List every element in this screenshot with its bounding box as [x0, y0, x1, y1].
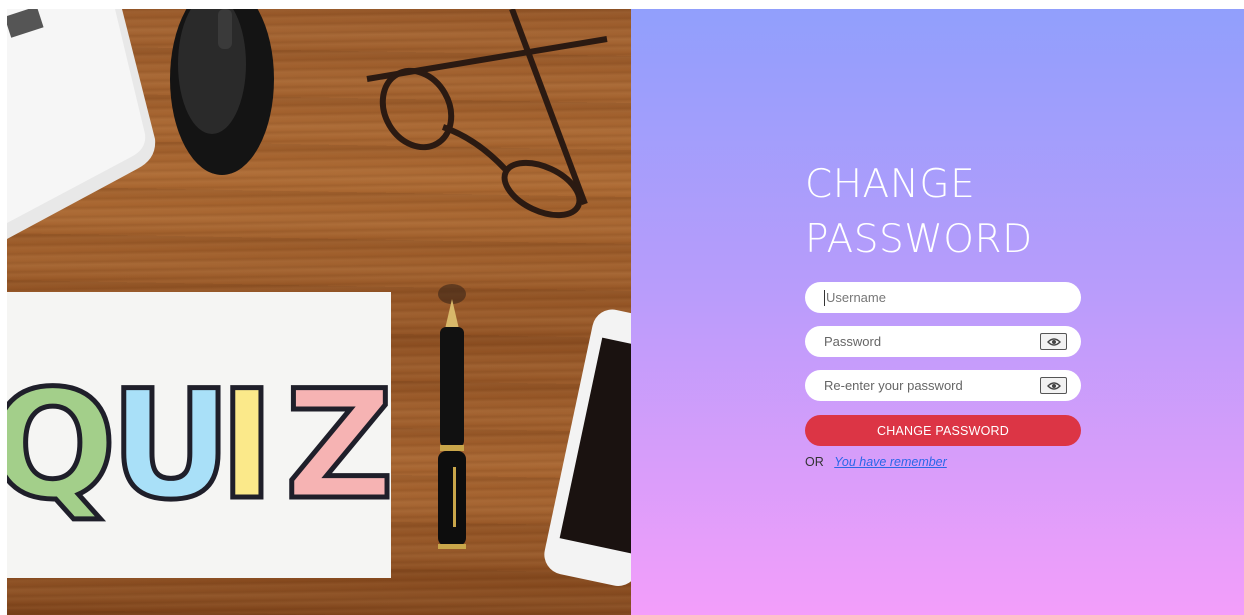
change-password-panel: CHANGE PASSWORD CHANGE PASSWORD OR You h… — [631, 9, 1244, 615]
change-password-button[interactable]: CHANGE PASSWORD — [805, 415, 1081, 446]
quiz-letter-z: Z — [285, 359, 394, 533]
mouse — [170, 9, 274, 175]
quiz-letter-q: Q — [7, 359, 117, 533]
title-line-1: CHANGE — [805, 162, 976, 207]
or-label: OR — [805, 455, 824, 469]
text-cursor — [824, 289, 825, 306]
desk-illustration: Q U I Z — [7, 9, 631, 586]
fountain-pen — [438, 284, 466, 549]
quiz-letter-i: I — [219, 359, 275, 533]
alternate-action-row: OR You have remember — [805, 455, 947, 469]
username-input[interactable] — [826, 290, 1067, 305]
title-line-2: PASSWORD — [805, 217, 1033, 262]
remember-link[interactable]: You have remember — [834, 455, 947, 469]
phone — [544, 309, 631, 586]
reenter-password-field[interactable] — [805, 370, 1081, 401]
glasses — [366, 9, 608, 219]
quiz-letter-u: U — [110, 359, 232, 533]
show-password-toggle[interactable] — [1040, 333, 1067, 350]
show-reenter-password-toggle[interactable] — [1040, 377, 1067, 394]
quiz-letters: Q U I Z — [7, 357, 396, 536]
password-field[interactable] — [805, 326, 1081, 357]
eye-icon — [1046, 381, 1061, 390]
password-input[interactable] — [824, 334, 1040, 349]
eye-icon — [1046, 337, 1061, 346]
hero-photo: Q U I Z — [7, 9, 631, 615]
page-title: CHANGE PASSWORD — [805, 157, 1105, 267]
reenter-password-input[interactable] — [824, 378, 1040, 393]
laptop-corner — [7, 9, 156, 239]
username-field[interactable] — [805, 282, 1081, 313]
